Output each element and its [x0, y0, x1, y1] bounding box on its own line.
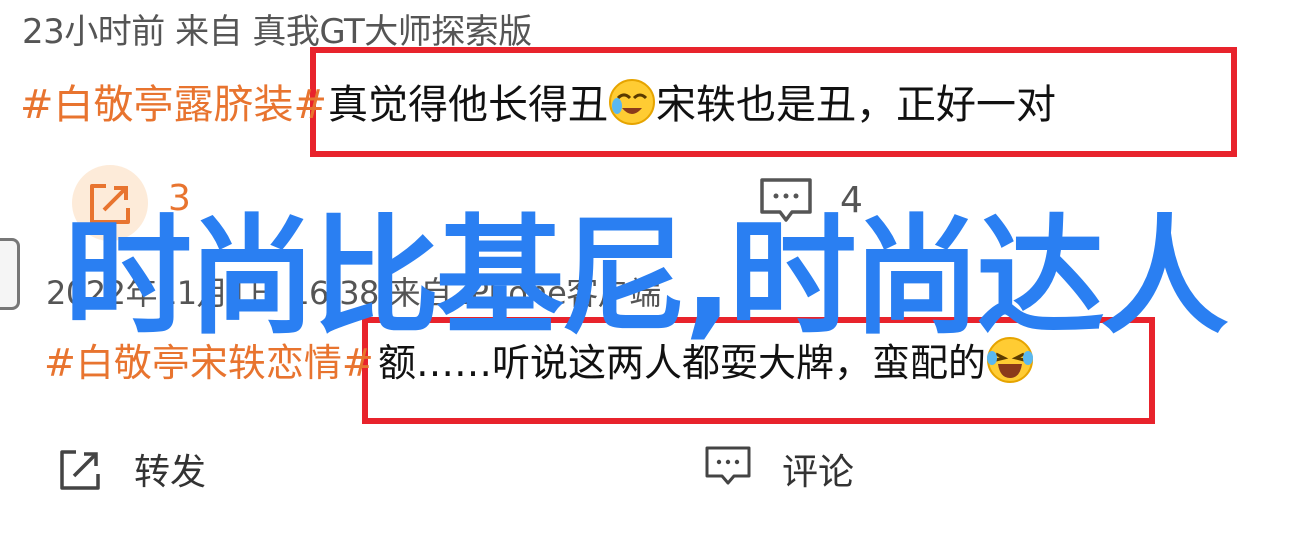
post-text-part2: 宋轶也是丑，正好一对 [656, 82, 1056, 128]
avatar[interactable] [0, 238, 20, 310]
overlay-title: 时尚比基尼,时尚达人 [64, 203, 1229, 352]
post-text: 真觉得他长得丑 宋轶也是丑，正好一对 [328, 72, 1056, 130]
comment-icon[interactable] [704, 445, 752, 489]
post-meta: 23小时前 来自 真我GT大师探索版 [22, 12, 532, 52]
hashtag-link[interactable]: #白敬亭露脐装# [20, 72, 327, 130]
repost-button[interactable]: 转发 [134, 443, 206, 495]
share-icon[interactable] [54, 444, 106, 496]
comment-button[interactable]: 评论 [782, 443, 854, 495]
post-text-part1: 真觉得他长得丑 [328, 82, 608, 128]
smiling-with-tears-emoji-icon [609, 79, 655, 125]
